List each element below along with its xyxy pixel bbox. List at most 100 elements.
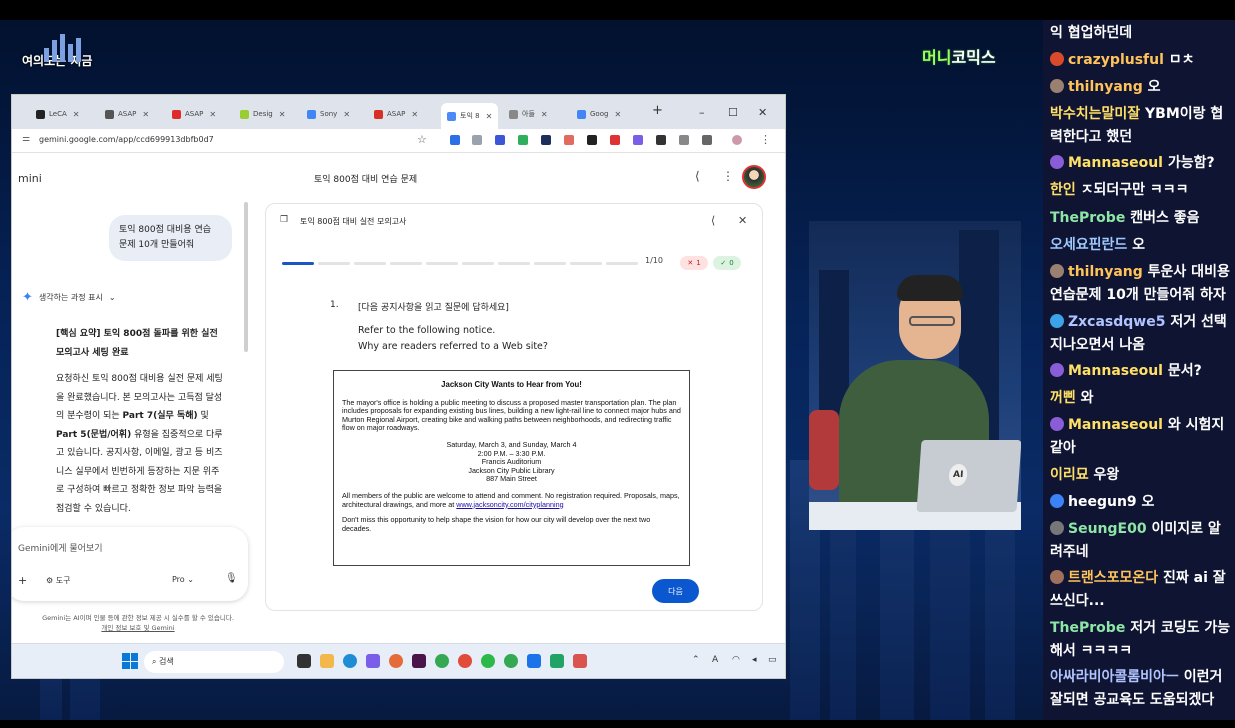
chat-nickname[interactable]: TheProbe bbox=[1050, 210, 1125, 226]
wrong-count-badge: ✕ 1 bbox=[680, 256, 708, 270]
app-icon[interactable] bbox=[389, 654, 403, 668]
chat-nickname[interactable]: Mannaseoul bbox=[1068, 155, 1163, 171]
app-icon[interactable] bbox=[573, 654, 587, 668]
chat-nickname[interactable]: 오세요핀란드 bbox=[1050, 237, 1127, 253]
site-info-icon[interactable]: ⚌ bbox=[22, 134, 30, 144]
new-tab-button[interactable]: + bbox=[652, 103, 663, 118]
chat-nickname[interactable]: 트랜스포모온다 bbox=[1068, 570, 1158, 586]
close-icon[interactable]: ✕ bbox=[738, 214, 747, 227]
show-thinking-toggle[interactable]: ✦ 생각하는 과정 표시 ⌄ bbox=[22, 290, 116, 305]
prompt-input-box[interactable]: Gemini에게 물어보기 + ⚙ 도구 Pro ⌄ 🎙 bbox=[12, 527, 248, 601]
chat-nickname[interactable]: 이리묘 bbox=[1050, 467, 1089, 483]
chat-nickname[interactable]: thilnyang bbox=[1068, 79, 1143, 95]
app-icon[interactable] bbox=[458, 654, 472, 668]
browser-menu-icon[interactable]: ⋮ bbox=[760, 133, 771, 146]
chrome-icon[interactable] bbox=[435, 654, 449, 668]
file-explorer-icon[interactable] bbox=[320, 654, 334, 668]
browser-tab[interactable]: ASAP ✕ bbox=[374, 104, 418, 124]
extension-icon[interactable] bbox=[679, 135, 689, 145]
volume-icon[interactable]: ◂ bbox=[752, 655, 757, 665]
extension-icon[interactable] bbox=[610, 135, 620, 145]
browser-tab[interactable]: Sony ✕ bbox=[307, 104, 350, 124]
chrome-icon[interactable] bbox=[504, 654, 518, 668]
chat-nickname[interactable]: crazyplusful bbox=[1068, 52, 1164, 68]
extension-icon[interactable] bbox=[450, 135, 460, 145]
tab-close-icon[interactable]: ✕ bbox=[486, 112, 493, 121]
wifi-icon[interactable]: ◠ bbox=[732, 655, 740, 665]
url-text[interactable]: gemini.google.com/app/ccd699913dbfb0d7 bbox=[39, 135, 214, 144]
tab-close-icon[interactable]: ✕ bbox=[411, 110, 418, 119]
panel-title: 토익 800점 대비 실전 모의고사 bbox=[300, 217, 407, 226]
chat-nickname[interactable]: TheProbe bbox=[1050, 620, 1125, 636]
prompt-input[interactable]: Gemini에게 물어보기 bbox=[18, 541, 103, 554]
chat-nickname[interactable]: 한인 bbox=[1050, 182, 1076, 198]
close-window-button[interactable]: ✕ bbox=[758, 106, 767, 119]
edge-icon[interactable] bbox=[343, 654, 357, 668]
share-icon[interactable]: ⟨ bbox=[695, 169, 700, 183]
browser-tab[interactable]: Desig ✕ bbox=[240, 104, 285, 124]
browser-tab[interactable]: 아들 ✕ bbox=[509, 104, 548, 124]
browser-tab[interactable]: Goog ✕ bbox=[577, 104, 621, 124]
chat-nickname[interactable]: Mannaseoul bbox=[1068, 363, 1163, 379]
chat-avatar-icon bbox=[1050, 155, 1064, 169]
tab-close-icon[interactable]: ✕ bbox=[142, 110, 149, 119]
browser-tab[interactable]: ASAP ✕ bbox=[105, 104, 149, 124]
gemini-brand[interactable]: mini bbox=[18, 172, 42, 185]
battery-icon[interactable]: ▭ bbox=[768, 655, 777, 665]
bookmark-star-icon[interactable]: ☆ bbox=[417, 133, 427, 146]
chat-nickname[interactable]: Zxcasdqwe5 bbox=[1068, 314, 1165, 330]
extension-icon[interactable] bbox=[564, 135, 574, 145]
add-attachment-icon[interactable]: + bbox=[18, 574, 27, 587]
tab-close-icon[interactable]: ✕ bbox=[73, 110, 80, 119]
chat-text: 와 bbox=[1080, 390, 1094, 406]
chat-nickname[interactable]: Mannaseoul bbox=[1068, 417, 1163, 433]
chat-nickname[interactable]: 꺼삔 bbox=[1050, 390, 1076, 406]
taskbar-search[interactable]: ⌕ 검색 bbox=[144, 651, 284, 673]
maximize-button[interactable]: ☐ bbox=[728, 106, 738, 119]
slack-icon[interactable] bbox=[412, 654, 426, 668]
browser-tab[interactable]: LeCA ✕ bbox=[36, 104, 79, 124]
chat-nickname[interactable]: heegun9 bbox=[1068, 494, 1137, 510]
extension-icon[interactable] bbox=[633, 135, 643, 145]
tab-close-icon[interactable]: ✕ bbox=[279, 110, 286, 119]
chat-nickname[interactable]: SeungE00 bbox=[1068, 521, 1147, 537]
app-icon[interactable] bbox=[481, 654, 495, 668]
microphone-icon[interactable]: 🎙 bbox=[225, 573, 238, 584]
tray-chevron-icon[interactable]: ⌃ bbox=[692, 655, 700, 665]
chat-scrollbar[interactable] bbox=[244, 202, 248, 352]
extension-icon[interactable] bbox=[472, 135, 482, 145]
tab-close-icon[interactable]: ✕ bbox=[343, 110, 350, 119]
chat-nickname[interactable]: 박수치는말미잘 bbox=[1050, 106, 1140, 122]
tools-button[interactable]: ⚙ 도구 bbox=[46, 575, 70, 586]
app-icon[interactable] bbox=[366, 654, 380, 668]
browser-tab[interactable]: 토익 8 ✕ bbox=[441, 103, 499, 129]
chat-message: TheProbe 저거 코딩도 가능해서 ㅋㅋㅋㅋ bbox=[1050, 617, 1232, 663]
excel-icon[interactable] bbox=[550, 654, 564, 668]
more-options-icon[interactable]: ⋮ bbox=[722, 169, 734, 183]
input-language-indicator[interactable]: A bbox=[712, 655, 718, 665]
chat-nickname[interactable]: thilnyang bbox=[1068, 264, 1143, 280]
avatar[interactable] bbox=[742, 165, 766, 189]
profile-icon[interactable] bbox=[732, 135, 742, 145]
tab-close-icon[interactable]: ✕ bbox=[614, 110, 621, 119]
browser-tab[interactable]: ASAP ✕ bbox=[172, 104, 216, 124]
share-icon[interactable]: ⟨ bbox=[711, 214, 715, 227]
extension-icon[interactable] bbox=[518, 135, 528, 145]
address-bar[interactable]: ⚌ gemini.google.com/app/ccd699913dbfb0d7… bbox=[12, 129, 785, 153]
extension-icon[interactable] bbox=[587, 135, 597, 145]
extension-icon[interactable] bbox=[656, 135, 666, 145]
taskview-icon[interactable] bbox=[297, 654, 311, 668]
privacy-link[interactable]: 개인 정보 보호 및 Gemini bbox=[18, 623, 258, 633]
extensions-puzzle-icon[interactable] bbox=[702, 135, 712, 145]
tab-close-icon[interactable]: ✕ bbox=[541, 110, 548, 119]
app-icon[interactable] bbox=[527, 654, 541, 668]
tab-close-icon[interactable]: ✕ bbox=[209, 110, 216, 119]
extension-icon[interactable] bbox=[541, 135, 551, 145]
model-selector[interactable]: Pro ⌄ bbox=[172, 575, 194, 584]
next-button[interactable]: 다음 bbox=[652, 579, 699, 603]
windows-start-icon[interactable] bbox=[122, 653, 138, 669]
tab-label: ASAP bbox=[387, 110, 406, 118]
extension-icon[interactable] bbox=[495, 135, 505, 145]
minimize-button[interactable]: – bbox=[699, 106, 705, 119]
chat-nickname[interactable]: 아싸라비아콜롬비아ㅡ bbox=[1050, 669, 1179, 685]
